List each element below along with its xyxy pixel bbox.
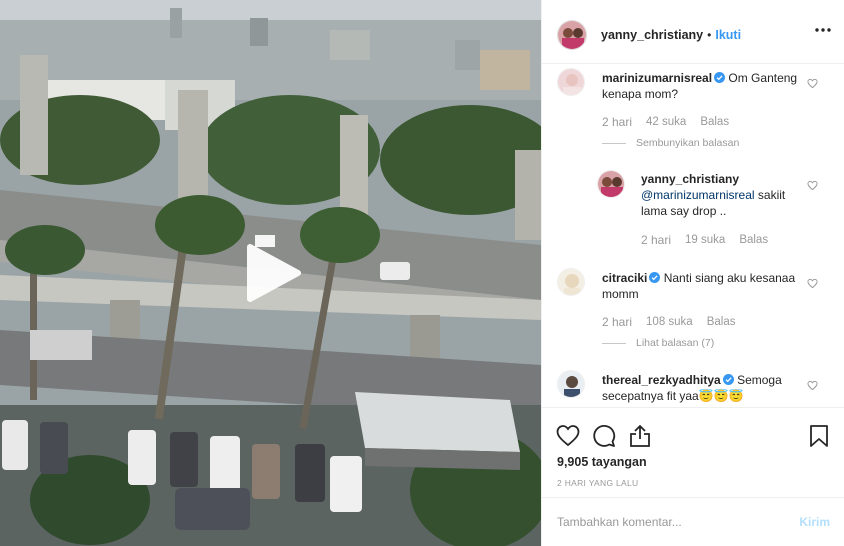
commenter-avatar[interactable] [557,370,585,398]
author-username[interactable]: yanny_christiany [601,28,703,42]
commenter-avatar[interactable] [557,268,585,296]
view-count[interactable]: 9,905 tayangan [557,455,647,469]
heart-icon[interactable] [556,424,580,448]
comment-username[interactable]: marinizumarnisreal [602,71,712,85]
comment-text: marinizumarnisreal Om Ganteng kenapa mom… [602,70,802,102]
comment-username[interactable]: yanny_christiany [641,172,739,186]
post-actions: 9,905 tayangan 2 HARI YANG LALU [542,407,844,497]
comment-username[interactable]: thereal_rezkyadhitya [602,373,721,387]
comment-likes[interactable]: 108 suka [646,316,693,328]
send-button[interactable]: Kirim [799,515,830,529]
comment-likes[interactable]: 19 suka [685,234,725,246]
post-header: yanny_christiany • Ikuti [542,6,844,64]
video-player[interactable] [0,0,541,546]
reply-button[interactable]: Balas [700,116,729,128]
comments-list[interactable]: marinizumarnisreal Om Ganteng kenapa mom… [542,64,844,407]
comment-item: thereal_rezkyadhitya Semoga secepatnya f… [542,366,844,407]
heart-icon[interactable] [807,278,818,289]
thread-label: Sembunyikan balasan [636,137,740,149]
verified-badge-icon [722,374,734,385]
comment-input[interactable]: Tambahkan komentar... [557,515,682,529]
comment-meta: 2 hari 42 suka Balas [602,115,729,129]
heart-icon[interactable] [807,180,818,191]
comment-username[interactable]: citraciki [602,271,647,285]
commenter-avatar[interactable] [597,170,625,198]
thread-label: Lihat balasan (7) [636,337,715,349]
comment-time[interactable]: 2 hari [602,315,632,329]
more-options-icon[interactable] [815,28,831,32]
comment-icon[interactable] [592,424,616,448]
comment-text: yanny_christiany @marinizumarnisreal sak… [641,171,801,219]
follow-button[interactable]: Ikuti [715,28,741,42]
comment-likes[interactable]: 42 suka [646,116,686,128]
thread-line [602,342,626,344]
author-avatar[interactable] [557,19,587,50]
reply-button[interactable]: Balas [707,316,736,328]
post-date[interactable]: 2 HARI YANG LALU [557,478,639,488]
comment-mention[interactable]: @marinizumarnisreal [641,188,755,202]
view-replies-toggle[interactable]: Lihat balasan (7) [602,337,714,349]
heart-icon[interactable] [807,380,818,391]
post-panel: yanny_christiany • Ikuti marinizumarnisr… [541,0,844,546]
separator-dot: • [707,27,712,42]
reply-item: yanny_christiany @marinizumarnisreal sak… [542,164,844,260]
comment-item: marinizumarnisreal Om Ganteng kenapa mom… [542,64,844,160]
play-icon[interactable] [244,243,302,303]
share-icon[interactable] [628,424,652,448]
comment-item: citraciki Nanti siang aku kesanaa momm 2… [542,264,844,360]
comment-time[interactable]: 2 hari [602,115,632,129]
verified-badge-icon [714,72,726,83]
comment-time[interactable]: 2 hari [641,233,671,247]
heart-icon[interactable] [807,78,818,89]
verified-badge-icon [649,272,661,283]
commenter-avatar[interactable] [557,68,585,96]
comment-text: thereal_rezkyadhitya Semoga secepatnya f… [602,372,802,404]
comment-text: citraciki Nanti siang aku kesanaa momm [602,270,802,302]
add-comment-bar: Tambahkan komentar... Kirim [542,497,844,546]
reply-button[interactable]: Balas [739,234,768,246]
comment-meta: 2 hari 19 suka Balas [641,233,768,247]
thread-line [602,142,626,144]
comment-meta: 2 hari 108 suka Balas [602,315,736,329]
hide-replies-toggle[interactable]: Sembunyikan balasan [602,137,739,149]
bookmark-icon[interactable] [807,424,831,448]
